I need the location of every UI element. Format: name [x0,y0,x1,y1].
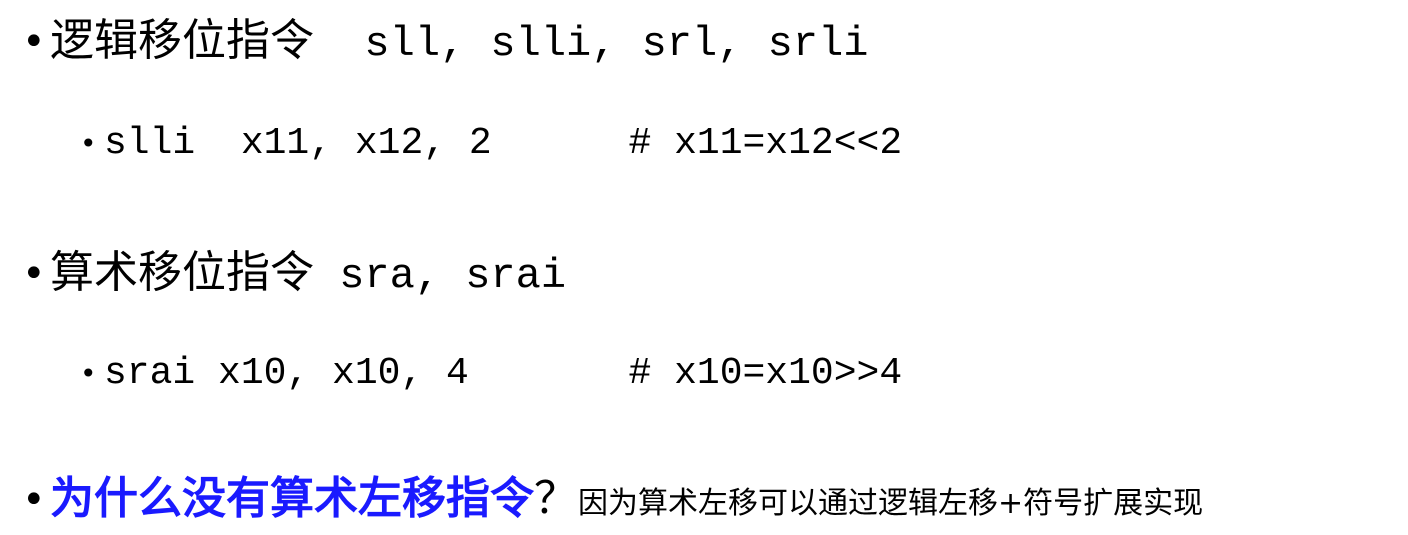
bullet-arithmetic-shift: • 算术移位指令 sra, srai [22,236,566,300]
srai-example-code: srai x10, x10, 4 # x10=x10>>4 [104,352,903,395]
arithmetic-shift-heading: 算术移位指令 [50,247,314,298]
example-slli: • slli x11, x12, 2 # x11=x12<<2 [80,122,902,165]
bullet-dot: • [22,477,46,523]
bullet-dot: • [80,127,97,160]
bullet-dot: • [22,19,46,65]
bullet-dot: • [80,357,97,390]
question-text: 为什么没有算术左移指令 [50,473,534,524]
arithmetic-shift-instructions: sra, srai [314,252,567,300]
bullet-dot: • [22,251,46,297]
logical-shift-heading: 逻辑移位指令 [50,15,314,66]
bullet-logical-shift: • 逻辑移位指令 sll, slli, srl, srli [22,4,869,68]
slli-example-code: slli x11, x12, 2 # x11=x12<<2 [104,122,903,165]
bullet-why-no-arithmetic-left-shift: • 为什么没有算术左移指令 ？ 因为算术左移可以通过逻辑左移+符号扩展实现 [22,462,1203,526]
example-srai: • srai x10, x10, 4 # x10=x10>>4 [80,352,902,395]
logical-shift-instructions: sll, slli, srl, srli [314,20,869,68]
answer-text: 因为算术左移可以通过逻辑左移+符号扩展实现 [578,486,1204,521]
question-mark: ？ [534,473,578,524]
